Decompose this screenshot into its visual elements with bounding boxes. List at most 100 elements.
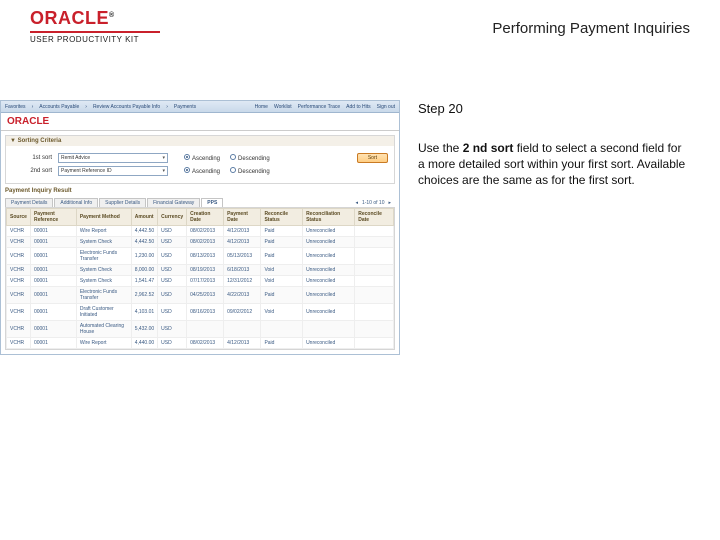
table-cell: VCHR	[7, 265, 31, 276]
table-cell: Void	[261, 276, 303, 287]
app-screenshot: Favorites › Accounts Payable › Review Ac…	[0, 100, 400, 540]
col-source[interactable]: Source	[7, 209, 31, 226]
result-table-wrap: Source Payment Reference Payment Method …	[5, 207, 395, 350]
radio-descending-1[interactable]	[230, 154, 236, 160]
tab-additional-info[interactable]: Additional Info	[54, 198, 98, 207]
table-cell	[355, 304, 394, 321]
table-cell: VCHR	[7, 237, 31, 248]
col-payment-method[interactable]: Payment Method	[76, 209, 131, 226]
table-cell: System Check	[76, 237, 131, 248]
brand-oracle-text: ORACLE	[30, 8, 109, 28]
table-cell	[355, 265, 394, 276]
table-cell: USD	[158, 287, 187, 304]
col-currency[interactable]: Currency	[158, 209, 187, 226]
nav-link[interactable]: Performance Trace	[298, 104, 341, 110]
table-cell: 00001	[30, 276, 76, 287]
nav-link[interactable]: Home	[255, 104, 268, 110]
radio-asc-label: Ascending	[192, 156, 220, 162]
bc-sep: ›	[166, 104, 168, 110]
radio-ascending-1[interactable]	[184, 154, 190, 160]
table-row[interactable]: VCHR00001System Check8,000.00USD08/19/20…	[7, 265, 394, 276]
table-cell: 05/13/2013	[224, 248, 261, 265]
table-row[interactable]: VCHR00001Electronic Funds Transfer1,230.…	[7, 248, 394, 265]
pager[interactable]: ◂ 1-10 of 10▸	[351, 198, 395, 207]
tab-supplier-details[interactable]: Supplier Details	[99, 198, 146, 207]
table-cell: 08/16/2013	[187, 304, 224, 321]
table-cell: Unreconciled	[303, 338, 355, 349]
radio-ascending-2[interactable]	[184, 167, 190, 173]
table-cell: 00001	[30, 226, 76, 237]
col-reconcile-status[interactable]: Reconcile Status	[261, 209, 303, 226]
table-cell: System Check	[76, 265, 131, 276]
tab-pps[interactable]: PPS	[201, 198, 223, 207]
col-payment-date[interactable]: Payment Date	[224, 209, 261, 226]
table-cell: USD	[158, 321, 187, 338]
page-title: Performing Payment Inquiries	[492, 8, 690, 37]
table-cell: Draft Customer Initiated	[76, 304, 131, 321]
chevron-down-icon: ▾	[162, 155, 165, 161]
instr-bold: 2 nd sort	[463, 141, 514, 155]
bc-item[interactable]: Accounts Payable	[39, 104, 79, 110]
table-cell	[187, 321, 224, 338]
table-cell: 00001	[30, 248, 76, 265]
table-cell: VCHR	[7, 338, 31, 349]
table-row[interactable]: VCHR00001System Check1,541.47USD07/17/20…	[7, 276, 394, 287]
table-cell: Unreconciled	[303, 226, 355, 237]
table-cell: 00001	[30, 237, 76, 248]
table-cell	[355, 226, 394, 237]
nav-link[interactable]: Add to Hits	[346, 104, 370, 110]
pager-text: 1-10 of 10	[362, 200, 385, 206]
result-table: Source Payment Reference Payment Method …	[6, 208, 394, 349]
table-cell: Paid	[261, 237, 303, 248]
table-cell: 08/19/2013	[187, 265, 224, 276]
bc-item[interactable]: Review Accounts Payable Info	[93, 104, 160, 110]
col-recon-status[interactable]: Reconciliation Status	[303, 209, 355, 226]
table-header-row: Source Payment Reference Payment Method …	[7, 209, 394, 226]
col-recon-date[interactable]: Reconcile Date	[355, 209, 394, 226]
table-cell: Void	[261, 304, 303, 321]
radio-descending-2[interactable]	[230, 167, 236, 173]
second-sort-select[interactable]: Payment Reference ID ▾	[58, 166, 168, 176]
nav-link[interactable]: Sign out	[377, 104, 395, 110]
table-cell: USD	[158, 248, 187, 265]
tab-financial-gateway[interactable]: Financial Gateway	[147, 198, 200, 207]
table-cell: 4/12/2013	[224, 237, 261, 248]
bc-item[interactable]: Favorites	[5, 104, 26, 110]
col-creation-date[interactable]: Creation Date	[187, 209, 224, 226]
table-cell: 1,230.00	[131, 248, 157, 265]
table-cell: 12/31/2012	[224, 276, 261, 287]
table-row[interactable]: VCHR00001Electronic Funds Transfer2,962.…	[7, 287, 394, 304]
instr-pre: Use the	[418, 141, 463, 155]
col-amount[interactable]: Amount	[131, 209, 157, 226]
nav-link[interactable]: Worklist	[274, 104, 292, 110]
radio-desc-label: Descending	[238, 169, 270, 175]
table-cell: Void	[261, 265, 303, 276]
table-cell: 00001	[30, 287, 76, 304]
sort-button[interactable]: Sort	[357, 153, 388, 163]
table-cell: VCHR	[7, 248, 31, 265]
tab-payment-details[interactable]: Payment Details	[5, 198, 53, 207]
table-row[interactable]: VCHR00001Draft Customer Initiated4,103.0…	[7, 304, 394, 321]
table-cell: System Check	[76, 276, 131, 287]
table-row[interactable]: VCHR00001Automated Clearing House5,432.0…	[7, 321, 394, 338]
instruction-text: Use the 2 nd sort field to select a seco…	[418, 140, 690, 189]
chevron-left-icon[interactable]: ◂	[355, 200, 358, 206]
table-row[interactable]: VCHR00001Wire Report4,440.00USD08/02/201…	[7, 338, 394, 349]
table-cell: USD	[158, 237, 187, 248]
col-payment-ref[interactable]: Payment Reference	[30, 209, 76, 226]
table-row[interactable]: VCHR00001Wire Report4,442.50USD08/02/201…	[7, 226, 394, 237]
step-label: Step 20	[418, 100, 690, 118]
chevron-right-icon[interactable]: ▸	[388, 200, 391, 206]
first-sort-select[interactable]: Remit Advice ▾	[58, 153, 168, 163]
table-cell: 6/18/2013	[224, 265, 261, 276]
table-row[interactable]: VCHR00001System Check4,442.50USD08/02/20…	[7, 237, 394, 248]
table-cell: Unreconciled	[303, 276, 355, 287]
table-cell: 00001	[30, 338, 76, 349]
table-cell: USD	[158, 338, 187, 349]
table-cell: 08/13/2013	[187, 248, 224, 265]
app-brand-oracle: ORACLE	[7, 116, 49, 127]
bc-item[interactable]: Payments	[174, 104, 196, 110]
brand-oracle: ORACLE®	[30, 8, 160, 29]
table-cell: Paid	[261, 338, 303, 349]
table-cell	[355, 321, 394, 338]
